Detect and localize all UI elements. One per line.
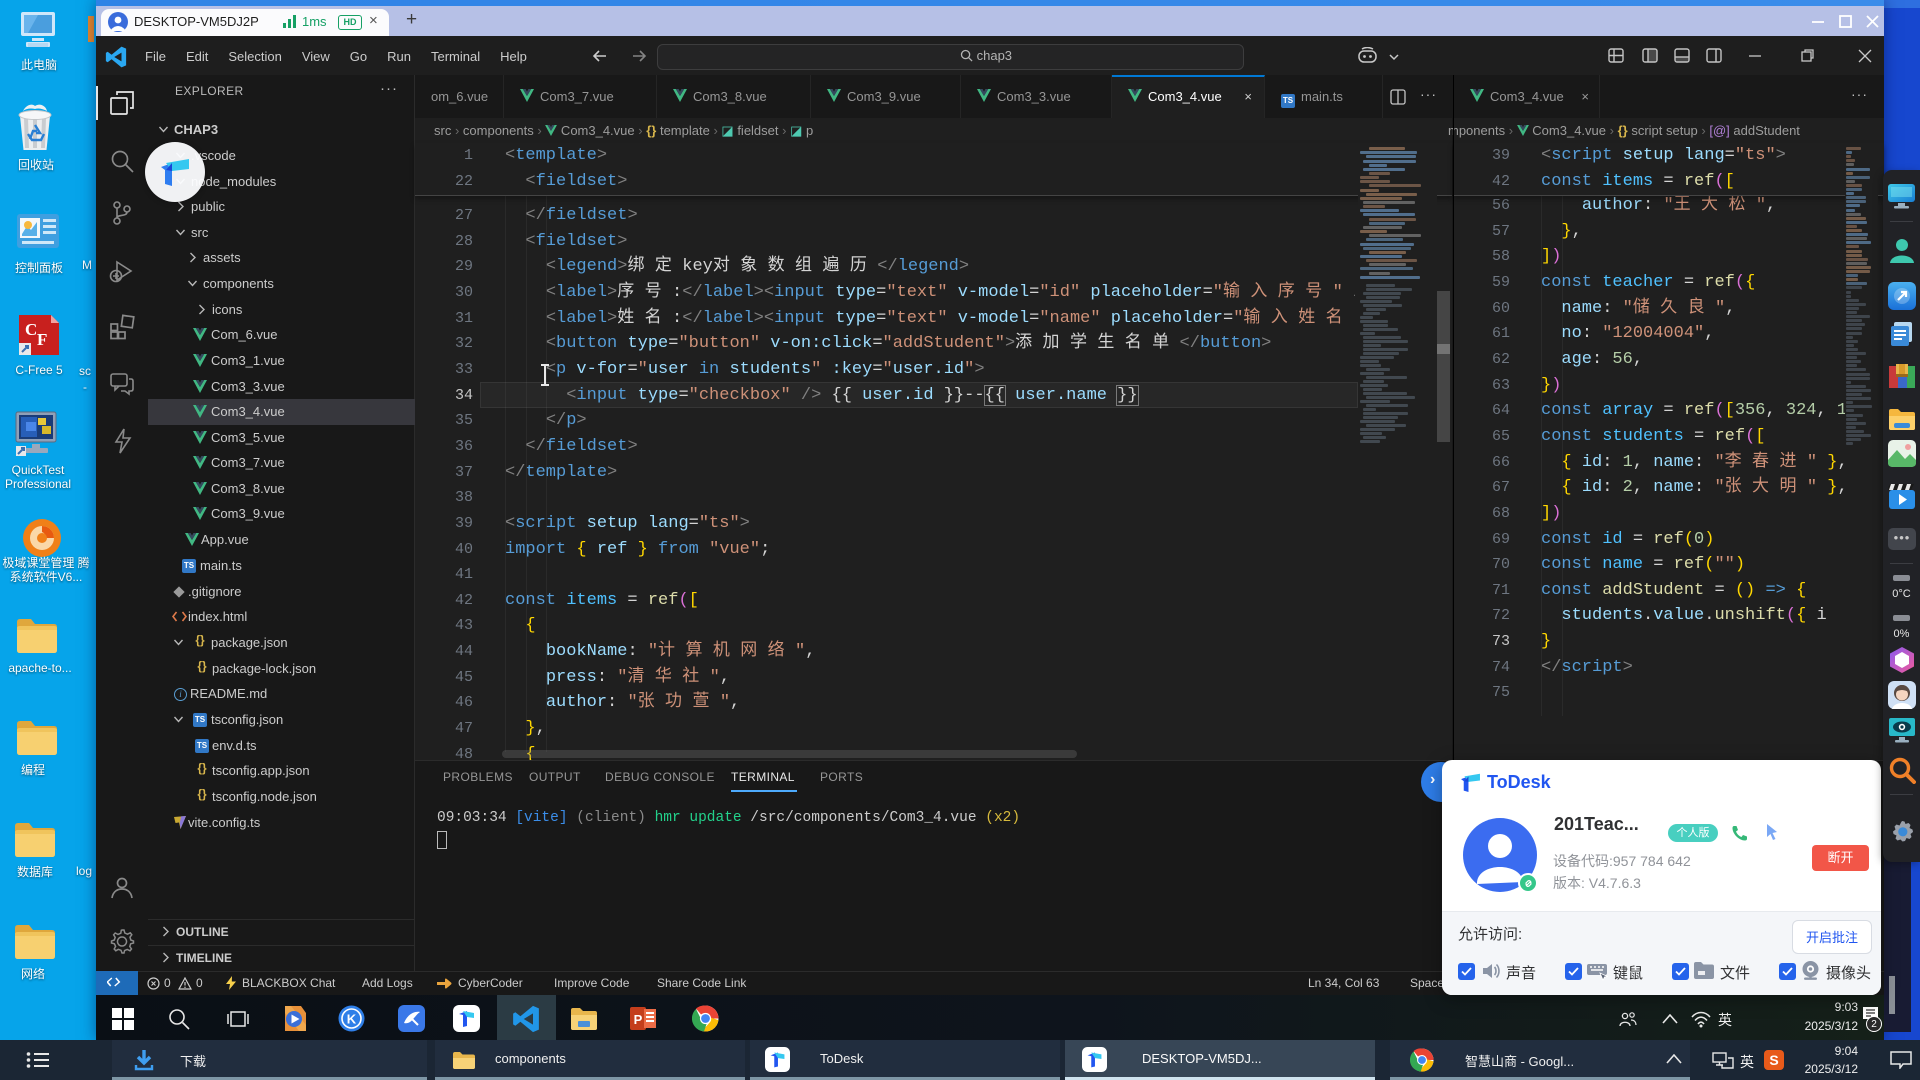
svg-text:P: P xyxy=(634,1012,643,1027)
svg-text:C: C xyxy=(25,320,37,339)
svg-text:K: K xyxy=(347,1012,357,1027)
svg-text:F: F xyxy=(37,330,47,349)
